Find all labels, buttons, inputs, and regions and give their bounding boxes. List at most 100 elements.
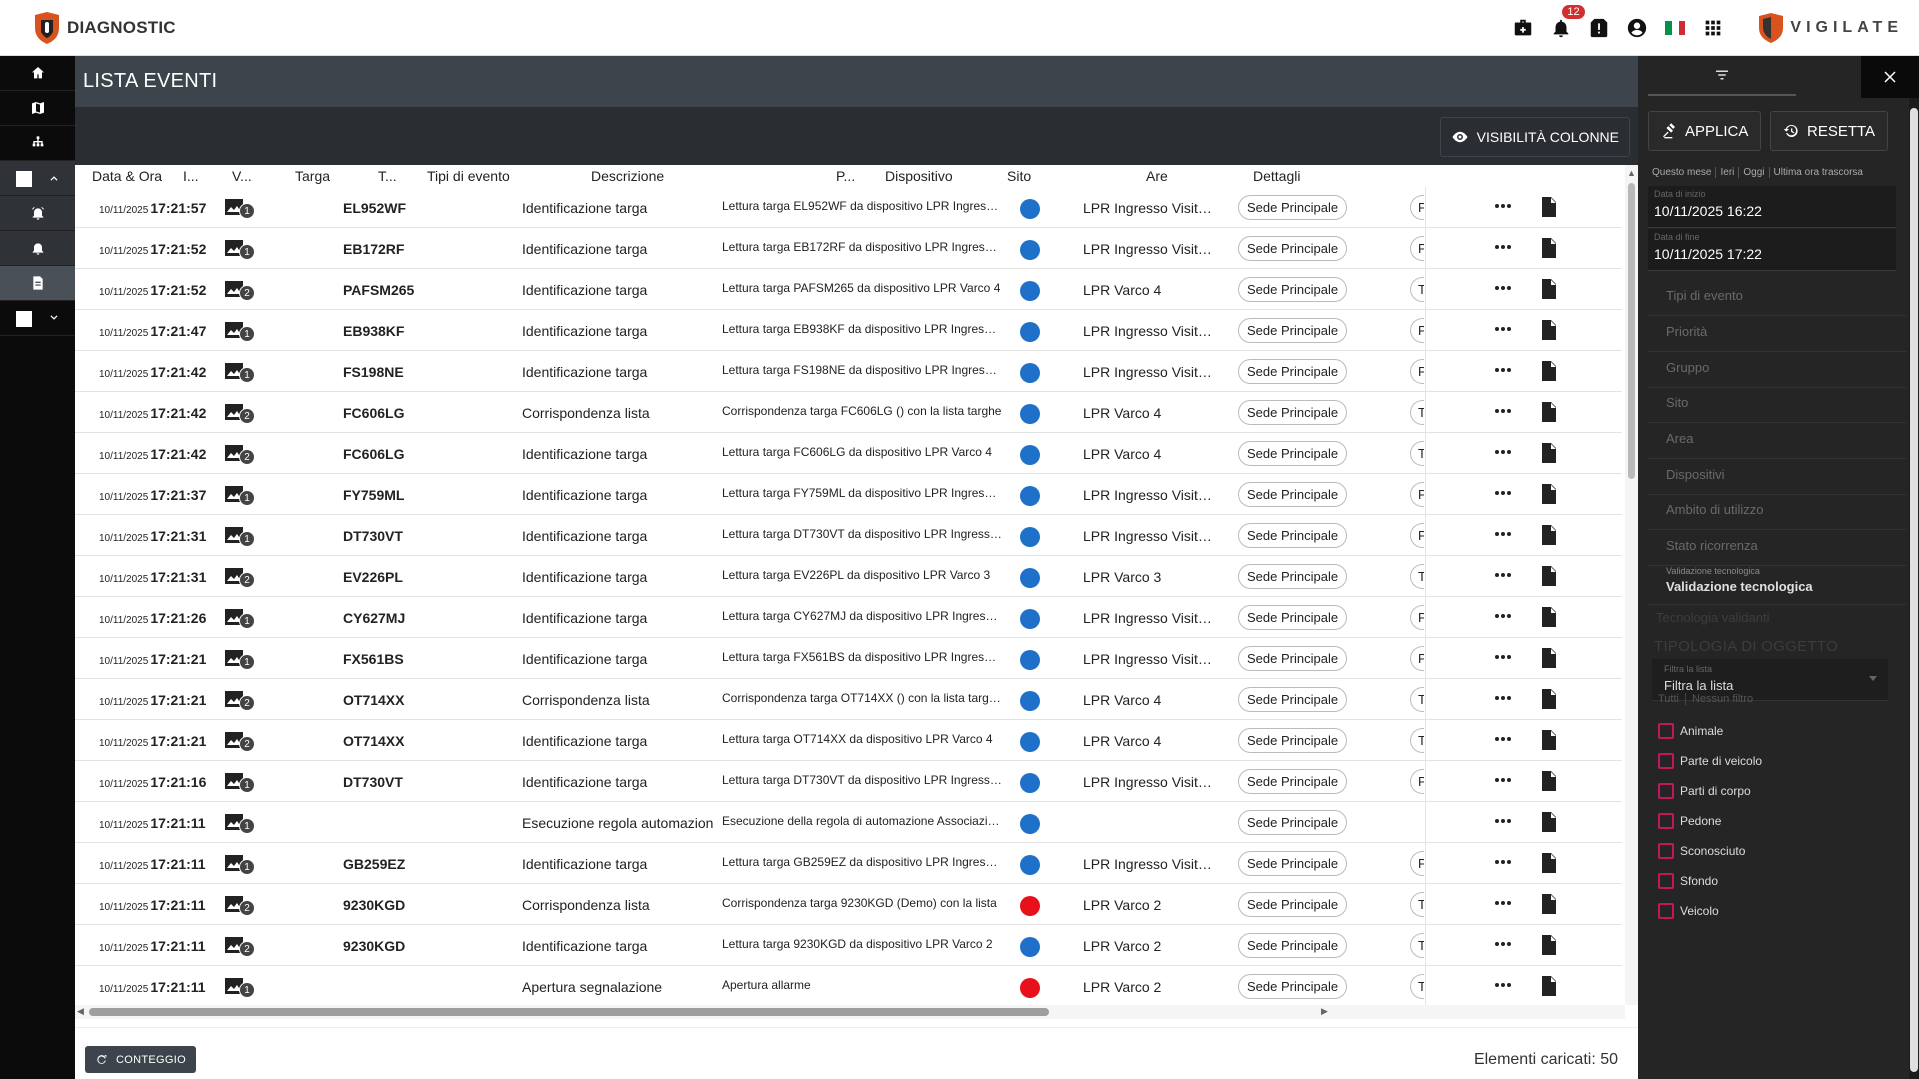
event-details-button[interactable] bbox=[1540, 648, 1560, 668]
col-v[interactable]: V... bbox=[232, 168, 252, 184]
table-row[interactable]: 10/11/2025 17:21:31 2 EV226PL Identificazion… bbox=[75, 556, 1622, 597]
event-images-button[interactable]: 2 bbox=[225, 281, 257, 301]
row-actions-button[interactable] bbox=[1493, 237, 1519, 257]
row-actions-button[interactable] bbox=[1493, 483, 1519, 503]
table-row[interactable]: 10/11/2025 17:21:52 2 PAFSM265 Identificazio… bbox=[75, 269, 1622, 310]
event-images-button[interactable]: 1 bbox=[225, 527, 257, 547]
col-date[interactable]: Data & Ora bbox=[92, 168, 162, 184]
object-type-body-parts[interactable]: Parti di corpo bbox=[1658, 776, 1762, 806]
event-details-button[interactable] bbox=[1540, 402, 1560, 422]
table-row[interactable]: 10/11/2025 17:21:16 1 DT730VT Identificazion… bbox=[75, 761, 1622, 802]
row-actions-button[interactable] bbox=[1493, 401, 1519, 421]
col-priority[interactable]: P... bbox=[836, 168, 855, 184]
alert-button[interactable] bbox=[1580, 0, 1618, 56]
object-type-vehicle-part[interactable]: Parte di veicolo bbox=[1658, 746, 1762, 776]
apply-button[interactable]: APPLICA bbox=[1648, 111, 1762, 151]
object-type-pedestrian[interactable]: Pedone bbox=[1658, 806, 1762, 836]
table-row[interactable]: 10/11/2025 17:21:42 1 FS198NE Identificazion… bbox=[75, 351, 1622, 392]
event-images-button[interactable]: 1 bbox=[225, 855, 257, 875]
event-details-button[interactable] bbox=[1540, 320, 1560, 340]
event-details-button[interactable] bbox=[1540, 689, 1560, 709]
row-actions-button[interactable] bbox=[1493, 852, 1519, 872]
recurrence-status-select[interactable]: Stato ricorrenza bbox=[1648, 524, 1906, 566]
table-row[interactable]: 10/11/2025 17:21:11 2 9230KGD Corrispondenza… bbox=[75, 884, 1622, 925]
column-visibility-button[interactable]: VISIBILITÀ COLONNE bbox=[1439, 117, 1630, 157]
checkbox[interactable] bbox=[1658, 783, 1674, 799]
horizontal-scrollbar-thumb[interactable] bbox=[89, 1008, 1049, 1016]
scroll-up-icon[interactable]: ▲ bbox=[1627, 168, 1636, 178]
table-row[interactable]: 10/11/2025 17:21:42 2 FC606LG Identificazion… bbox=[75, 433, 1622, 474]
col-t[interactable]: T... bbox=[378, 168, 397, 184]
sidebar-item-notifications[interactable] bbox=[0, 231, 75, 266]
row-actions-button[interactable] bbox=[1493, 565, 1519, 585]
event-details-button[interactable] bbox=[1540, 197, 1560, 217]
event-images-button[interactable]: 1 bbox=[225, 486, 257, 506]
col-area[interactable]: Are bbox=[1146, 168, 1168, 184]
event-images-button[interactable]: 1 bbox=[225, 978, 257, 998]
vertical-scrollbar[interactable]: ▲ bbox=[1625, 165, 1638, 1005]
event-images-button[interactable]: 2 bbox=[225, 732, 257, 752]
event-details-button[interactable] bbox=[1540, 443, 1560, 463]
row-actions-button[interactable] bbox=[1493, 770, 1519, 790]
reset-button[interactable]: RESETTA bbox=[1770, 111, 1889, 151]
event-details-button[interactable] bbox=[1540, 812, 1560, 832]
quick-range-last-hour[interactable]: Ultima ora trascorsa bbox=[1774, 167, 1867, 178]
object-type-background[interactable]: Sfondo bbox=[1658, 866, 1762, 896]
row-actions-button[interactable] bbox=[1493, 606, 1519, 626]
col-device[interactable]: Dispositivo bbox=[885, 168, 953, 184]
row-actions-button[interactable] bbox=[1493, 319, 1519, 339]
table-row[interactable]: 10/11/2025 17:21:47 1 EB938KF Identificazion… bbox=[75, 310, 1622, 351]
scroll-left-icon[interactable]: ◀ bbox=[77, 1006, 84, 1017]
start-date-field[interactable]: Data di inizio 10/11/2025 16:22 bbox=[1648, 186, 1896, 228]
event-images-button[interactable]: 2 bbox=[225, 568, 257, 588]
horizontal-scrollbar[interactable]: ◀ ▶ bbox=[75, 1005, 1625, 1019]
filter-scrollbar[interactable] bbox=[1909, 98, 1919, 1079]
row-actions-button[interactable] bbox=[1493, 934, 1519, 954]
app-logo[interactable]: DIAGNOSTIC bbox=[33, 10, 176, 46]
event-details-button[interactable] bbox=[1540, 976, 1560, 996]
tech-validation-select[interactable]: Validazione tecnologica Validazione tecn… bbox=[1648, 563, 1906, 605]
end-date-field[interactable]: Data di fine 10/11/2025 17:22 bbox=[1648, 229, 1896, 271]
quick-range-today[interactable]: Oggi bbox=[1743, 167, 1770, 178]
event-details-button[interactable] bbox=[1540, 484, 1560, 504]
toolbox-button[interactable] bbox=[1504, 0, 1542, 56]
sidebar-item-event-list[interactable] bbox=[0, 266, 75, 301]
quick-range-yesterday[interactable]: Ieri bbox=[1720, 167, 1740, 178]
checkbox[interactable] bbox=[1658, 723, 1674, 739]
row-actions-button[interactable] bbox=[1493, 647, 1519, 667]
checkbox[interactable] bbox=[1658, 873, 1674, 889]
checkbox[interactable] bbox=[1658, 843, 1674, 859]
event-details-button[interactable] bbox=[1540, 771, 1560, 791]
close-filter-panel-button[interactable] bbox=[1861, 56, 1919, 98]
row-actions-button[interactable] bbox=[1493, 729, 1519, 749]
col-plate[interactable]: Targa bbox=[295, 168, 330, 184]
table-row[interactable]: 10/11/2025 17:21:37 1 FY759ML Identificazion… bbox=[75, 474, 1622, 515]
event-images-button[interactable]: 2 bbox=[225, 937, 257, 957]
checkbox[interactable] bbox=[1658, 753, 1674, 769]
table-row[interactable]: 10/11/2025 17:21:52 1 EB172RF Identificazion… bbox=[75, 228, 1622, 269]
apps-button[interactable] bbox=[1694, 0, 1732, 56]
event-images-button[interactable]: 1 bbox=[225, 363, 257, 383]
col-images[interactable]: I... bbox=[183, 168, 199, 184]
col-event-type[interactable]: Tipi di evento bbox=[427, 168, 510, 184]
row-actions-button[interactable] bbox=[1493, 975, 1519, 995]
event-images-button[interactable]: 1 bbox=[225, 814, 257, 834]
table-row[interactable]: 10/11/2025 17:21:11 2 9230KGD Identificazion… bbox=[75, 925, 1622, 966]
table-row[interactable]: 10/11/2025 17:21:11 1 Esecuzione regola aut… bbox=[75, 802, 1622, 843]
table-row[interactable]: 10/11/2025 17:21:31 1 DT730VT Identificazion… bbox=[75, 515, 1622, 556]
filter-scrollbar-thumb[interactable] bbox=[1910, 108, 1918, 1072]
table-row[interactable]: 10/11/2025 17:21:21 1 FX561BS Identificazion… bbox=[75, 638, 1622, 679]
vertical-scrollbar-thumb[interactable] bbox=[1628, 183, 1635, 479]
count-button[interactable]: CONTEGGIO bbox=[85, 1046, 196, 1073]
event-images-button[interactable]: 1 bbox=[225, 199, 257, 219]
event-details-button[interactable] bbox=[1540, 730, 1560, 750]
event-images-button[interactable]: 2 bbox=[225, 445, 257, 465]
user-button[interactable] bbox=[1618, 0, 1656, 56]
row-actions-button[interactable] bbox=[1493, 524, 1519, 544]
row-actions-button[interactable] bbox=[1493, 278, 1519, 298]
col-site[interactable]: Sito bbox=[1007, 168, 1031, 184]
scroll-right-icon[interactable]: ▶ bbox=[1321, 1006, 1328, 1017]
row-actions-button[interactable] bbox=[1493, 196, 1519, 216]
event-details-button[interactable] bbox=[1540, 853, 1560, 873]
row-actions-button[interactable] bbox=[1493, 360, 1519, 380]
